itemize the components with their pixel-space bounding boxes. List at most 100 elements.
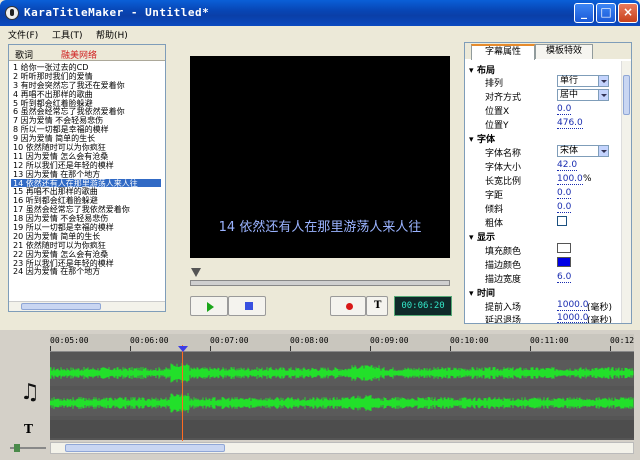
lyric-row[interactable]: 16 听到都会红着脸躲避 bbox=[11, 196, 161, 205]
tab-template-effects[interactable]: 模板特效 bbox=[535, 44, 593, 59]
lyric-row[interactable]: 21 依然随时可以为你疯狂 bbox=[11, 241, 161, 250]
tick-mark bbox=[530, 346, 531, 351]
lyric-row[interactable]: 19 所以一切都是幸福的模样 bbox=[11, 223, 161, 232]
stop-button[interactable] bbox=[228, 296, 266, 316]
minimize-button[interactable]: _ bbox=[574, 3, 594, 23]
fill-label: 填充颜色 bbox=[485, 247, 522, 257]
lyric-row[interactable]: 1 给你一张过去的CD bbox=[11, 63, 161, 72]
close-button[interactable]: × bbox=[618, 3, 638, 23]
zoom-slider[interactable] bbox=[10, 444, 46, 452]
fontsize-field[interactable]: 42.0 bbox=[557, 160, 578, 171]
lyrics-header: 歌词 融美网络 bbox=[9, 45, 165, 61]
lyrics-hscrollbar[interactable] bbox=[9, 301, 165, 311]
playhead-marker[interactable] bbox=[178, 346, 188, 352]
delay-unit: (毫秒) bbox=[587, 316, 613, 323]
seek-handle[interactable] bbox=[191, 268, 201, 280]
strokew-label: 描边宽度 bbox=[485, 275, 522, 285]
timeline-hscrollbar[interactable] bbox=[50, 442, 634, 454]
waveform-row-left bbox=[49, 360, 634, 386]
lyric-row[interactable]: 10 依然随时可以为你疯狂 bbox=[11, 143, 161, 152]
arrange-select[interactable]: 单行 bbox=[557, 75, 609, 87]
strokew-field[interactable]: 6.0 bbox=[557, 272, 572, 283]
align-select[interactable]: 居中 bbox=[557, 89, 609, 101]
record-icon bbox=[346, 303, 353, 310]
advance-field[interactable]: 1000.0 bbox=[557, 300, 589, 311]
lyrics-header-label[interactable]: 歌词 bbox=[15, 48, 33, 61]
section-display[interactable]: ▾ 显示 bbox=[469, 230, 495, 243]
lyrics-scroll-thumb[interactable] bbox=[21, 303, 101, 310]
subtitle-track[interactable] bbox=[50, 420, 634, 438]
advance-unit: (毫秒) bbox=[587, 303, 613, 313]
lyric-row[interactable]: 11 因为爱情 怎么会有沧桑 bbox=[11, 152, 161, 161]
lyrics-header-sub[interactable]: 融美网络 bbox=[61, 48, 97, 61]
lyric-row[interactable]: 8 所以一切都是幸福的模样 bbox=[11, 125, 161, 134]
record-button[interactable] bbox=[330, 296, 366, 316]
tick-label: 00:10:00 bbox=[450, 336, 489, 345]
audio-track[interactable] bbox=[49, 352, 634, 440]
stroke-label: 描边颜色 bbox=[485, 261, 522, 271]
lyrics-list[interactable]: 1 给你一张过去的CD 2 听听那时我们的爱情 3 有时会突然忘了我还在爱着你 4 再… bbox=[11, 63, 161, 276]
window-title: KaraTitleMaker - Untitled* bbox=[24, 6, 210, 19]
bold-checkbox[interactable] bbox=[557, 216, 567, 226]
lyric-row[interactable]: 22 因为爱情 怎么会有沧桑 bbox=[11, 250, 161, 259]
tab-subtitle-props[interactable]: 字幕属性 bbox=[471, 44, 535, 60]
menu-tools[interactable]: 工具(T) bbox=[52, 28, 83, 41]
posx-field[interactable]: 0.0 bbox=[557, 104, 572, 115]
timeline-ruler[interactable]: 00:05:00 00:06:00 00:07:00 00:08:00 00:09:00… bbox=[50, 334, 634, 352]
maximize-button[interactable]: □ bbox=[596, 3, 616, 23]
stroke-color-swatch[interactable] bbox=[557, 257, 571, 267]
lyric-row[interactable]: 7 因为爱情 不会轻易悲伤 bbox=[11, 116, 161, 125]
lyric-row[interactable]: 24 因为爱情 在那个地方 bbox=[11, 267, 161, 277]
posy-field[interactable]: 476.0 bbox=[557, 118, 583, 129]
play-icon bbox=[207, 302, 214, 312]
text-mode-button[interactable]: T bbox=[366, 296, 388, 316]
align-label: 对齐方式 bbox=[485, 93, 522, 103]
menu-help[interactable]: 帮助(H) bbox=[96, 28, 128, 41]
lyric-row[interactable]: 6 虽然会经常忘了我依然爱着你 bbox=[11, 107, 161, 117]
lyric-row[interactable]: 20 因为爱情 简单的生长 bbox=[11, 232, 161, 241]
lyric-row[interactable]: 23 所以我们还是年轻的模样 bbox=[11, 259, 161, 268]
playhead-line[interactable] bbox=[182, 345, 183, 441]
properties-panel: 字幕属性 模板特效 ▾ 布局 排列 单行 对齐方式 居中 位置X 0.0 位置Y … bbox=[464, 42, 632, 324]
tick-label: 00:06:00 bbox=[130, 336, 169, 345]
tick-mark bbox=[610, 346, 611, 351]
play-button[interactable] bbox=[190, 296, 228, 316]
lyric-row[interactable]: 5 听到都会红着脸躲避 bbox=[11, 99, 161, 108]
delay-field[interactable]: 1000.0 bbox=[557, 313, 589, 323]
timeline-scroll-thumb[interactable] bbox=[65, 444, 225, 452]
fontname-select[interactable]: 宋体 bbox=[557, 145, 609, 157]
lyric-row[interactable]: 9 因为爱情 简单的生长 bbox=[11, 134, 161, 143]
app-icon[interactable] bbox=[5, 6, 19, 20]
lyric-row[interactable]: 17 虽然会经常忘了我依然爱着你 bbox=[11, 205, 161, 214]
tick-mark bbox=[210, 346, 211, 351]
fill-color-swatch[interactable] bbox=[557, 243, 571, 253]
fontname-label: 字体名称 bbox=[485, 149, 522, 159]
lyric-row[interactable]: 2 听听那时我们的爱情 bbox=[11, 72, 161, 81]
lyric-row[interactable]: 4 再唱不出那样的歌曲 bbox=[11, 90, 161, 99]
lyric-row[interactable]: 3 有时会突然忘了我还在爱着你 bbox=[11, 81, 161, 90]
lyric-row[interactable]: 18 因为爱情 不会轻易悲伤 bbox=[11, 214, 161, 223]
tick-mark bbox=[290, 346, 291, 351]
lyric-row[interactable]: 14 依然还有人在那里游荡人来人往 bbox=[11, 178, 161, 188]
seek-bar[interactable] bbox=[190, 280, 450, 286]
zoom-knob[interactable] bbox=[14, 444, 20, 452]
tick-mark bbox=[450, 346, 451, 351]
tick-label: 00:09:00 bbox=[370, 336, 409, 345]
lyric-row[interactable]: 12 所以我们还是年轻的模样 bbox=[11, 161, 161, 170]
props-tabs: 字幕属性 模板特效 bbox=[465, 43, 631, 60]
menu-file[interactable]: 文件(F) bbox=[8, 28, 38, 41]
ratio-field[interactable]: 100.0 bbox=[557, 174, 583, 185]
props-vscrollbar[interactable] bbox=[621, 61, 631, 323]
props-scroll-thumb[interactable] bbox=[623, 75, 630, 115]
section-time[interactable]: ▾ 时间 bbox=[469, 286, 495, 299]
bold-label: 粗体 bbox=[485, 219, 504, 229]
section-layout[interactable]: ▾ 布局 bbox=[469, 63, 495, 76]
spacing-field[interactable]: 0.0 bbox=[557, 188, 572, 199]
section-font[interactable]: ▾ 字体 bbox=[469, 132, 495, 145]
lyric-row[interactable]: 15 再唱不出那样的歌曲 bbox=[11, 187, 161, 197]
lyric-row[interactable]: 13 因为爱情 在那个地方 bbox=[11, 170, 161, 179]
waveform-right bbox=[49, 393, 634, 413]
menu-bar: 文件(F) 工具(T) 帮助(H) bbox=[0, 26, 640, 42]
posy-label: 位置Y bbox=[485, 121, 509, 131]
italic-field[interactable]: 0.0 bbox=[557, 202, 572, 213]
